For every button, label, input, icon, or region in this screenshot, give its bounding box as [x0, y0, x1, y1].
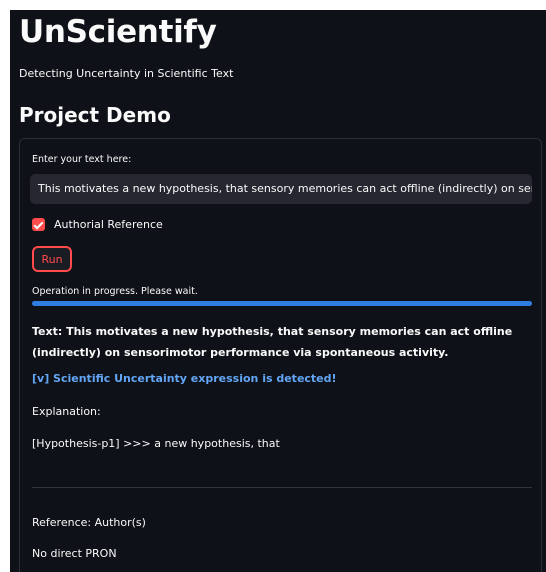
app-container: UnScientify Detecting Uncertainty in Sci…	[10, 10, 546, 572]
pron-result: No direct PRON	[32, 547, 117, 560]
uncertainty-detected-message: [v] Scientific Uncertainty expression is…	[32, 372, 337, 385]
authorial-reference-option[interactable]: Authorial Reference	[32, 218, 163, 231]
progress-bar-fill	[32, 301, 532, 306]
divider	[32, 487, 532, 488]
hypothesis-explanation: [Hypothesis-p1] >>> a new hypothesis, th…	[32, 437, 280, 450]
text-input-label: Enter your text here:	[32, 154, 132, 165]
authorial-reference-checkbox[interactable]	[32, 218, 45, 231]
status-message: Operation in progress. Please wait.	[32, 286, 198, 297]
reference-label: Reference: Author(s)	[32, 516, 146, 529]
progress-bar	[32, 301, 532, 306]
explanation-label: Explanation:	[32, 405, 101, 418]
app-subtitle: Detecting Uncertainty in Scientific Text	[19, 67, 234, 80]
app-title: UnScientify	[19, 14, 217, 50]
authorial-reference-label: Authorial Reference	[54, 218, 163, 231]
result-text: Text: This motivates a new hypothesis, t…	[32, 325, 513, 359]
section-title: Project Demo	[19, 103, 171, 127]
demo-form: Enter your text here: This motivates a n…	[19, 138, 542, 572]
text-input[interactable]: This motivates a new hypothesis, that se…	[30, 174, 532, 204]
run-button[interactable]: Run	[32, 246, 72, 272]
